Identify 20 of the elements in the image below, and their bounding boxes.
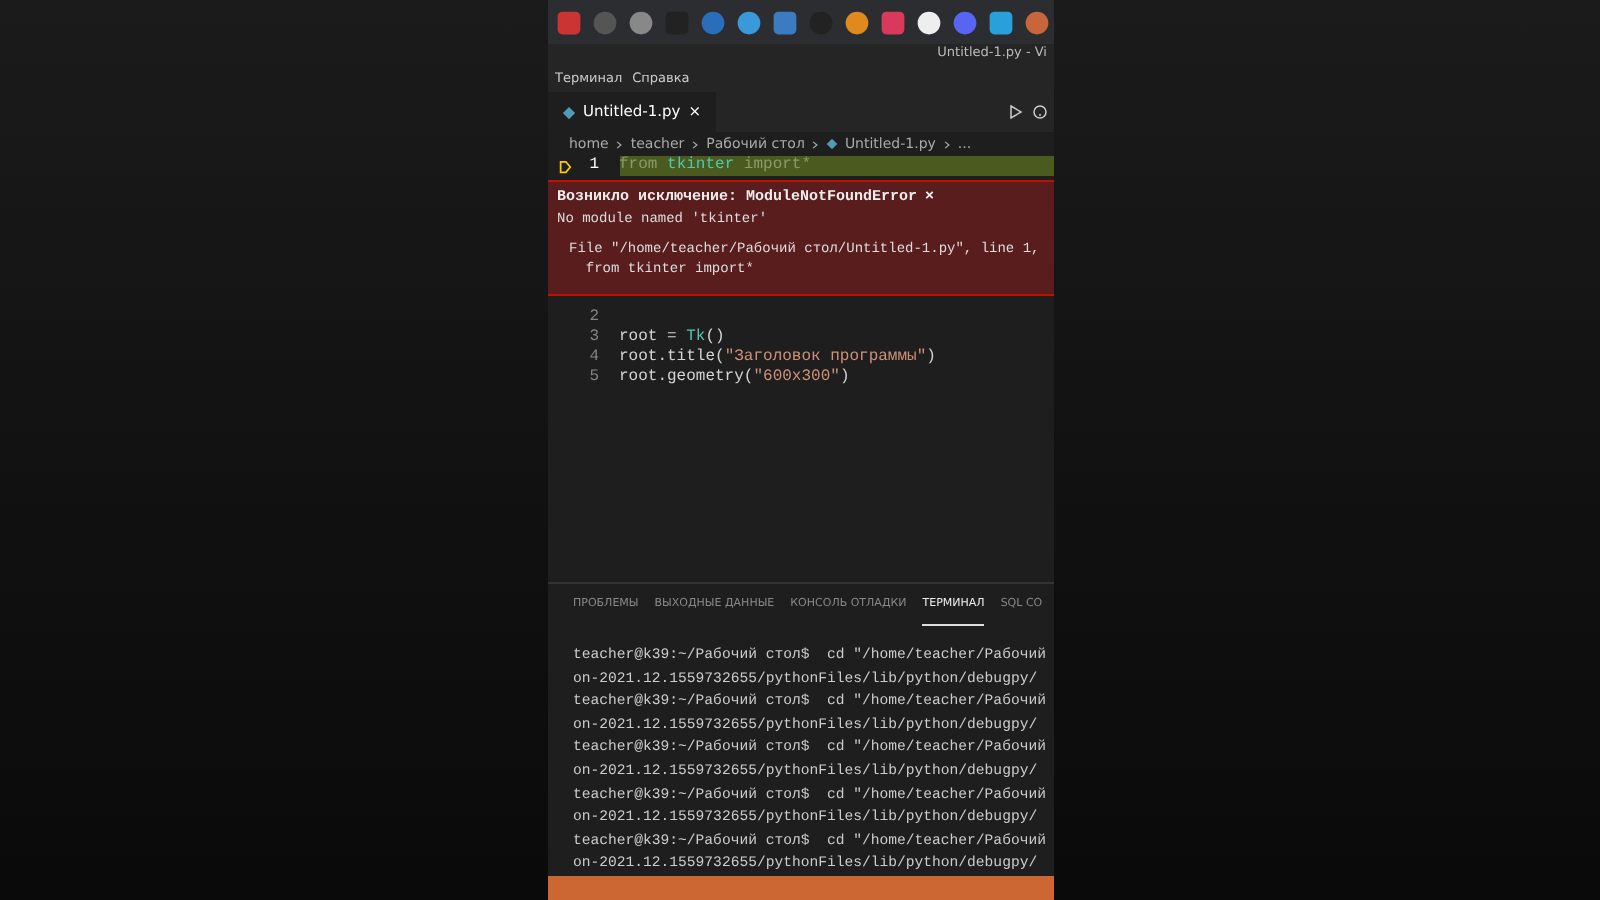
app-icon[interactable] — [915, 9, 941, 35]
python-file-icon — [561, 105, 575, 119]
line-number: 2 — [589, 305, 599, 329]
debug-arrow-icon — [557, 159, 572, 173]
chevron-icon — [614, 139, 625, 149]
line-number: 1 — [589, 154, 599, 178]
line-number: 3 — [589, 325, 599, 349]
code-line: from tkinter import* — [619, 154, 812, 178]
chevron-icon — [810, 139, 821, 149]
code-line: root.title("Заголовок программы") — [619, 345, 936, 368]
code-line: root.geometry("600x300") — [619, 365, 850, 390]
help-icon[interactable] — [1031, 104, 1047, 120]
run-icon[interactable] — [1007, 104, 1023, 120]
line-number: 5 — [589, 365, 599, 390]
code-line: root = Tk() — [619, 325, 725, 348]
app-icon[interactable] — [843, 9, 869, 35]
chevron-icon — [941, 139, 952, 149]
chevron-icon — [690, 139, 701, 149]
python-file-icon — [826, 138, 839, 150]
line-number: 4 — [589, 345, 599, 369]
